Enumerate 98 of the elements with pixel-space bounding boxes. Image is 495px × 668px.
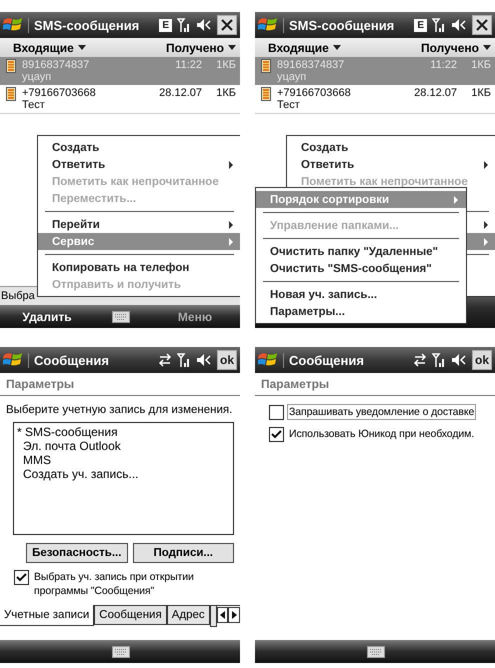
menu-item[interactable]: Ответить: [287, 156, 495, 173]
signal-icon[interactable]: [176, 352, 191, 368]
submenu-arrow-icon: [229, 238, 233, 246]
close-icon: [476, 19, 488, 31]
keyboard-icon[interactable]: [367, 646, 385, 658]
keyboard-icon[interactable]: [112, 310, 130, 322]
signal-icon[interactable]: [432, 17, 446, 33]
account-item[interactable]: Эл. почта Outlook: [17, 439, 230, 453]
time-text: 28.12.07: [158, 87, 202, 99]
sort-dropdown[interactable]: Получено: [420, 40, 491, 54]
close-icon: [221, 19, 233, 31]
preview-text: Тест: [277, 99, 301, 111]
caret-icon: [78, 45, 86, 50]
time-text: 11:22: [429, 59, 457, 71]
message-icon: [261, 59, 271, 73]
page-header: Параметры: [6, 377, 74, 391]
left-arrow-icon: [220, 611, 225, 619]
checkbox-label[interactable]: Запрашивать уведомление о доставке: [287, 404, 476, 420]
message-row[interactable]: +79166703668 28.12.07 1КБ Тест: [0, 85, 240, 114]
signal-icon[interactable]: [432, 352, 446, 368]
size-text: 1КБ: [215, 87, 236, 99]
caret-icon: [228, 45, 236, 50]
instruction-text: Выберите учетную запись для изменения.: [5, 404, 234, 416]
menu-item[interactable]: Ответить: [38, 156, 240, 173]
tab[interactable]: Сообщения: [94, 605, 167, 625]
menu-item[interactable]: Создать: [287, 139, 495, 156]
speaker-icon[interactable]: [451, 18, 467, 32]
account-item[interactable]: Создать уч. запись...: [17, 467, 230, 481]
checkbox-label[interactable]: Использовать Юникод при необходим.: [287, 426, 476, 442]
submenu-arrow-icon: [484, 238, 488, 246]
speaker-icon[interactable]: [450, 353, 467, 367]
account-item[interactable]: MMS: [17, 453, 230, 467]
checkbox-label[interactable]: Выбрать уч. запись при открытии программы "Сообщения": [32, 569, 238, 599]
checkbox[interactable]: [14, 570, 29, 585]
menu-item[interactable]: Новая уч. запись...: [256, 286, 466, 303]
window-title: Сообщения: [28, 352, 153, 368]
caret-icon: [483, 45, 491, 50]
close-button[interactable]: [472, 15, 492, 35]
preview-text: Тест: [22, 99, 46, 111]
left-softkey[interactable]: Удалить: [22, 310, 72, 324]
submenu-arrow-icon: [229, 160, 233, 168]
keyboard-icon[interactable]: [112, 646, 130, 658]
speaker-icon[interactable]: [196, 18, 212, 32]
sort-dropdown[interactable]: Получено: [166, 40, 236, 54]
sender-text: +79166703668: [22, 87, 97, 99]
right-softkey[interactable]: Меню: [170, 310, 220, 324]
tab[interactable]: Учетные записи: [0, 605, 94, 626]
close-button[interactable]: [217, 15, 237, 35]
window-title: SMS-сообщения: [28, 18, 154, 32]
caret-icon: [332, 45, 341, 50]
preview-text: уцауп: [277, 71, 308, 83]
submenu-arrow-icon: [484, 220, 488, 228]
ok-button[interactable]: ok: [472, 350, 492, 370]
scroll-left-button[interactable]: [216, 607, 228, 623]
message-icon: [6, 87, 16, 101]
sync-arrows-icon[interactable]: [158, 353, 172, 367]
account-item[interactable]: * SMS-сообщения: [17, 425, 230, 439]
checkbox[interactable]: [269, 405, 284, 420]
size-text: 1КБ: [470, 59, 491, 71]
submenu-arrow-icon: [454, 196, 458, 204]
page-header: Параметры: [261, 377, 330, 391]
sender-text: 89168374837: [277, 59, 346, 71]
edge-indicator[interactable]: E: [414, 18, 427, 32]
window-title: SMS-сообщения: [283, 18, 410, 32]
scroll-right-button[interactable]: [228, 607, 240, 623]
size-text: 1КБ: [470, 87, 491, 99]
menu-item[interactable]: Копировать на телефон: [38, 259, 240, 276]
folder-dropdown[interactable]: Входящие: [13, 40, 86, 54]
menu-item[interactable]: Очистить папку "Удаленные": [256, 243, 466, 260]
menu-item[interactable]: [466, 233, 495, 250]
message-icon: [261, 87, 271, 101]
sender-text: +79166703668: [277, 87, 352, 99]
time-text: 11:22: [174, 59, 202, 71]
edge-indicator[interactable]: E: [159, 18, 172, 32]
checkbox[interactable]: [269, 427, 284, 442]
menu-item[interactable]: Очистить "SMS-сообщения": [256, 260, 466, 277]
sync-arrows-icon[interactable]: [412, 353, 427, 367]
folder-dropdown[interactable]: Входящие: [268, 40, 341, 54]
submenu-arrow-icon: [229, 220, 233, 228]
push-button[interactable]: Безопасность...: [26, 543, 128, 563]
sender-text: 89168374837: [22, 59, 90, 71]
submenu-arrow-icon: [484, 160, 488, 168]
push-button[interactable]: Подписи...: [132, 543, 234, 563]
speaker-icon[interactable]: [196, 353, 212, 367]
message-row[interactable]: +79166703668 28.12.07 1КБ Тест: [255, 85, 495, 114]
ok-button[interactable]: ok: [216, 350, 237, 370]
menu-item[interactable]: Перейти: [38, 216, 240, 233]
window-title: Сообщения: [283, 352, 408, 368]
menu-item[interactable]: Параметры...: [256, 303, 466, 320]
tab[interactable]: Адрес: [166, 605, 210, 625]
signal-icon[interactable]: [177, 17, 191, 33]
message-icon: [6, 59, 16, 73]
status-text: Выбра: [1, 290, 35, 302]
time-text: 28.12.07: [413, 87, 457, 99]
size-text: 1КБ: [215, 59, 236, 71]
preview-text: уцауп: [22, 71, 52, 83]
right-arrow-icon: [232, 611, 237, 619]
menu-item[interactable]: Создать: [38, 139, 240, 156]
